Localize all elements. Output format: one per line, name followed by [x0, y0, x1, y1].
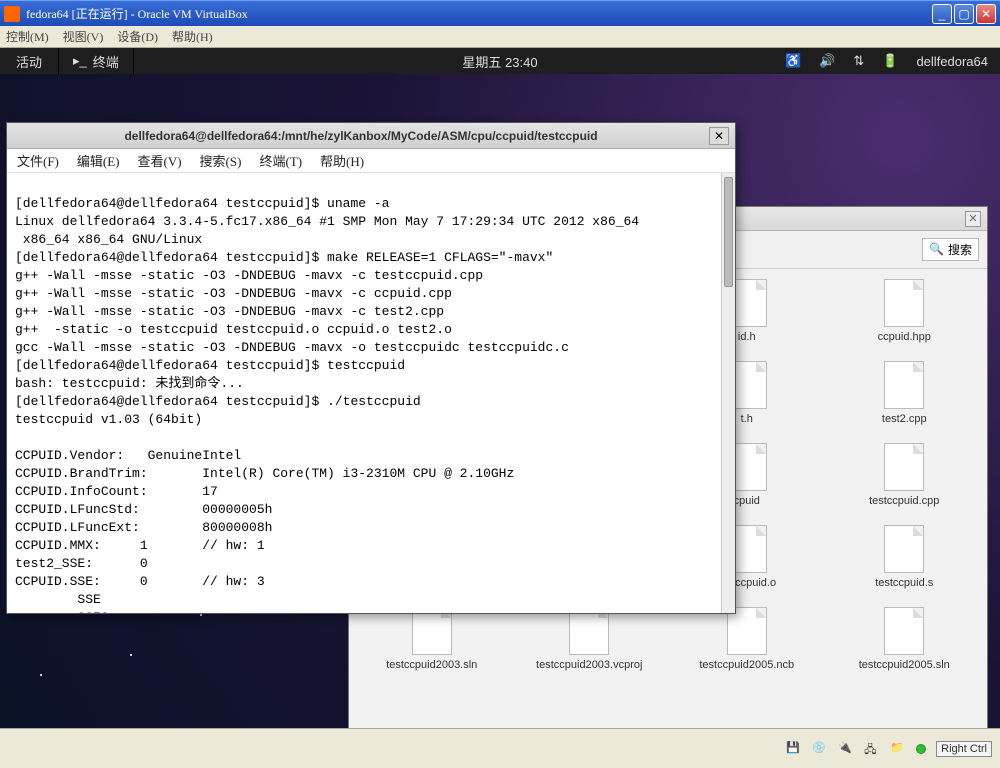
file-item[interactable]: testccpuid2003.vcproj [517, 607, 663, 671]
guest-display: 活动 ▸_ 终端 星期五 23:40 ♿ 🔊 ⇅ 🔋 dellfedora64 … [0, 48, 1000, 728]
file-label: testccpuid2005.ncb [699, 659, 794, 671]
terminal-title: dellfedora64@dellfedora64:/mnt/he/zylKan… [13, 129, 709, 143]
shared-folder-icon[interactable]: 📁 [890, 741, 906, 757]
terminal-scroll-thumb[interactable] [724, 177, 733, 287]
file-icon [727, 607, 767, 655]
file-label: testccpuid2003.vcproj [536, 659, 642, 671]
led-icon [916, 744, 926, 754]
search-icon: 🔍 [929, 242, 944, 257]
term-menu-edit[interactable]: 编辑(E) [77, 151, 120, 170]
term-menu-help[interactable]: 帮助(H) [320, 151, 364, 170]
terminal-menubar: 文件(F) 编辑(E) 查看(V) 搜索(S) 终端(T) 帮助(H) [7, 149, 735, 173]
file-label: cpuid [734, 495, 760, 507]
file-label: testccpuid.cpp [869, 495, 939, 507]
vm-titlebar: fedora64 [正在运行] - Oracle VM VirtualBox _… [0, 0, 1000, 26]
optical-icon[interactable]: 💿 [812, 741, 828, 757]
file-icon [884, 279, 924, 327]
terminal-label: 终端 [93, 52, 119, 71]
file-icon [569, 607, 609, 655]
usb-icon[interactable]: 🔌 [838, 741, 854, 757]
minimize-button[interactable]: _ [932, 4, 952, 24]
terminal-icon: ▸_ [73, 53, 87, 69]
term-menu-file[interactable]: 文件(F) [17, 151, 59, 170]
file-label: ccpuid.hpp [878, 331, 931, 343]
file-label: t.h [741, 413, 753, 425]
file-item[interactable]: testccpuid2005.sln [832, 607, 978, 671]
maximize-button[interactable]: ▢ [954, 4, 974, 24]
terminal-close-button[interactable]: ✕ [709, 127, 729, 145]
virtualbox-icon [4, 6, 20, 22]
gnome-top-bar: 活动 ▸_ 终端 星期五 23:40 ♿ 🔊 ⇅ 🔋 dellfedora64 [0, 48, 1000, 74]
vm-menubar: 控制(M) 视图(V) 设备(D) 帮助(H) [0, 26, 1000, 48]
file-item[interactable]: testccpuid2005.ncb [674, 607, 820, 671]
host-key-indicator: Right Ctrl [936, 741, 992, 757]
search-placeholder: 搜索 [948, 241, 972, 258]
file-label: id.h [738, 331, 756, 343]
file-label: test2.cpp [882, 413, 927, 425]
file-icon [884, 607, 924, 655]
file-item[interactable]: test2.cpp [832, 361, 978, 425]
file-item[interactable]: testccpuid.cpp [832, 443, 978, 507]
battery-icon[interactable]: 🔋 [882, 53, 898, 69]
activities-button[interactable]: 活动 [0, 48, 58, 74]
vm-menu-control[interactable]: 控制(M) [6, 28, 49, 45]
hdd-icon[interactable]: 💾 [786, 741, 802, 757]
clock[interactable]: 星期五 23:40 [462, 48, 537, 74]
term-menu-search[interactable]: 搜索(S) [200, 151, 242, 170]
accessibility-icon[interactable]: ♿ [785, 53, 801, 69]
file-item[interactable]: ccpuid.hpp [832, 279, 978, 343]
vm-statusbar: 💾 💿 🔌 🖧 📁 Right Ctrl [0, 728, 1000, 768]
file-label: testccpuid.s [875, 577, 933, 589]
volume-icon[interactable]: 🔊 [819, 53, 835, 69]
terminal-window: dellfedora64@dellfedora64:/mnt/he/zylKan… [6, 122, 736, 614]
vm-menu-devices[interactable]: 设备(D) [117, 28, 158, 45]
term-menu-view[interactable]: 查看(V) [138, 151, 182, 170]
vm-title: fedora64 [正在运行] - Oracle VM VirtualBox [26, 5, 932, 22]
file-icon [412, 607, 452, 655]
network-icon[interactable]: ⇅ [853, 53, 864, 69]
vm-menu-help[interactable]: 帮助(H) [172, 28, 213, 45]
search-field[interactable]: 🔍 搜索 [922, 238, 979, 261]
file-label: testccpuid2005.sln [859, 659, 950, 671]
terminal-scrollbar[interactable] [721, 173, 735, 613]
top-app-terminal[interactable]: ▸_ 终端 [58, 48, 134, 74]
user-menu[interactable]: dellfedora64 [916, 54, 988, 69]
terminal-body[interactable]: [dellfedora64@dellfedora64 testccpuid]$ … [7, 173, 735, 613]
term-menu-terminal[interactable]: 终端(T) [259, 151, 302, 170]
network-status-icon[interactable]: 🖧 [864, 741, 880, 757]
vm-menu-view[interactable]: 视图(V) [63, 28, 104, 45]
close-button[interactable]: ✕ [976, 4, 996, 24]
file-manager-close-button[interactable]: ✕ [965, 211, 981, 227]
terminal-titlebar[interactable]: dellfedora64@dellfedora64:/mnt/he/zylKan… [7, 123, 735, 149]
system-tray: ♿ 🔊 ⇅ 🔋 dellfedora64 [785, 53, 1000, 69]
file-item[interactable]: testccpuid2003.sln [359, 607, 505, 671]
file-label: testccpuid2003.sln [386, 659, 477, 671]
file-icon [884, 525, 924, 573]
file-item[interactable]: testccpuid.s [832, 525, 978, 589]
file-icon [884, 443, 924, 491]
file-icon [884, 361, 924, 409]
